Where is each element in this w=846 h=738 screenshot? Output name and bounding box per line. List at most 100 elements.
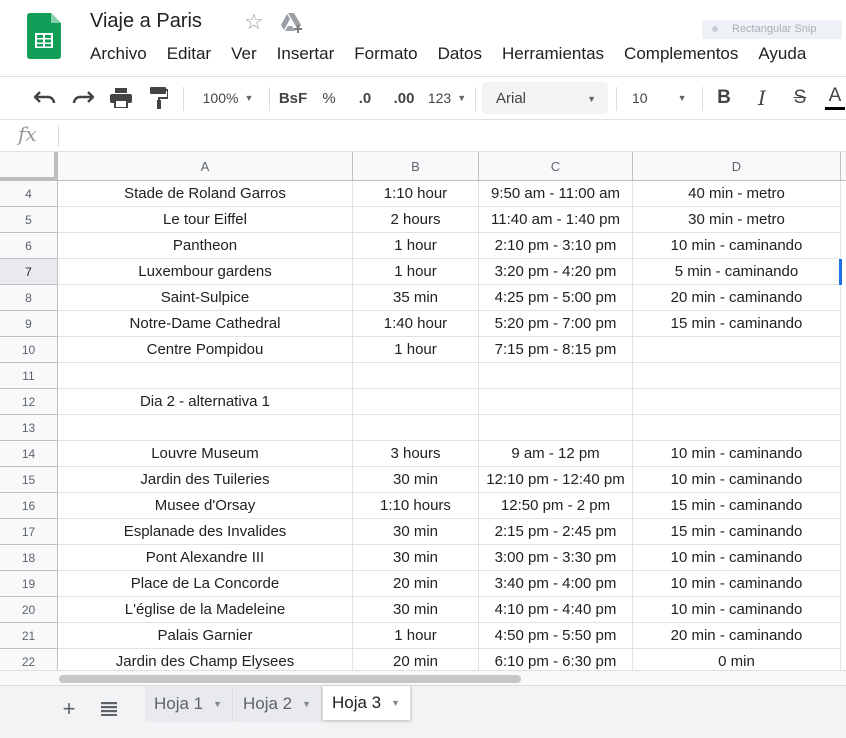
cell-a[interactable]: Pantheon (58, 233, 353, 259)
chevron-down-icon[interactable]: ▼ (302, 699, 311, 709)
row-header[interactable]: 4 (0, 181, 58, 207)
row-header[interactable]: 16 (0, 493, 58, 519)
cell-d[interactable]: 40 min - metro (633, 181, 841, 207)
cell-a[interactable]: L'église de la Madeleine (58, 597, 353, 623)
sheet-tab-hoja-2[interactable]: Hoja 2 ▼ (234, 686, 322, 722)
cell-b[interactable]: 1:40 hour (353, 311, 479, 337)
menu-insertar[interactable]: Insertar (277, 44, 335, 64)
cell-c[interactable]: 2:10 pm - 3:10 pm (479, 233, 633, 259)
row-header[interactable]: 6 (0, 233, 58, 259)
select-all-corner[interactable] (0, 152, 58, 181)
sheet-tab-hoja-1[interactable]: Hoja 1 ▼ (145, 686, 233, 722)
cell-c[interactable]: 11:40 am - 1:40 pm (479, 207, 633, 233)
cell-b[interactable] (353, 415, 479, 441)
cell-d[interactable]: 5 min - caminando (633, 259, 841, 285)
cell-c[interactable]: 4:50 pm - 5:50 pm (479, 623, 633, 649)
percent-format-button[interactable]: % (316, 77, 342, 119)
cell-d[interactable]: 10 min - caminando (633, 597, 841, 623)
cell-d[interactable]: 10 min - caminando (633, 545, 841, 571)
cell-a[interactable]: Pont Alexandre III (58, 545, 353, 571)
snip-overlay[interactable]: Rectangular Snip (702, 20, 842, 39)
cell-a[interactable]: Place de La Concorde (58, 571, 353, 597)
horizontal-scrollbar[interactable] (0, 670, 846, 685)
sheets-logo-icon[interactable] (27, 13, 61, 59)
cell-a[interactable]: Jardin des Champ Elysees (58, 649, 353, 670)
menu-herramientas[interactable]: Herramientas (502, 44, 604, 64)
cell-a[interactable]: Dia 2 - alternativa 1 (58, 389, 353, 415)
cell-b[interactable]: 1:10 hour (353, 181, 479, 207)
cell-b[interactable] (353, 389, 479, 415)
cell-a[interactable]: Palais Garnier (58, 623, 353, 649)
column-header-a[interactable]: A (58, 152, 353, 181)
font-size-select[interactable]: 10 ▼ (624, 77, 696, 119)
cell-d[interactable]: 20 min - caminando (633, 285, 841, 311)
cell-d[interactable]: 0 min (633, 649, 841, 670)
cell-d[interactable] (633, 389, 841, 415)
redo-button[interactable] (68, 77, 98, 119)
bold-button[interactable]: B (710, 77, 738, 119)
cell-b[interactable]: 35 min (353, 285, 479, 311)
cell-b[interactable] (353, 363, 479, 389)
paint-format-button[interactable] (144, 77, 174, 119)
cell-c[interactable] (479, 415, 633, 441)
cell-b[interactable]: 30 min (353, 519, 479, 545)
cell-c[interactable]: 2:15 pm - 2:45 pm (479, 519, 633, 545)
cell-d[interactable]: 10 min - caminando (633, 467, 841, 493)
cell-c[interactable]: 12:10 pm - 12:40 pm (479, 467, 633, 493)
italic-button[interactable]: I (748, 77, 776, 119)
cell-a[interactable]: Luxembour gardens (58, 259, 353, 285)
cell-d[interactable] (633, 415, 841, 441)
cell-b[interactable]: 20 min (353, 571, 479, 597)
menu-datos[interactable]: Datos (438, 44, 482, 64)
row-header[interactable]: 17 (0, 519, 58, 545)
cell-a[interactable]: Jardin des Tuileries (58, 467, 353, 493)
all-sheets-button[interactable] (94, 694, 124, 724)
zoom-select[interactable]: 100% ▼ (192, 77, 264, 119)
cell-d[interactable]: 20 min - caminando (633, 623, 841, 649)
add-sheet-button[interactable]: + (54, 694, 84, 724)
increase-decimal-button[interactable]: .00 (388, 77, 420, 119)
cell-d[interactable]: 10 min - caminando (633, 233, 841, 259)
row-header[interactable]: 19 (0, 571, 58, 597)
column-header-b[interactable]: B (353, 152, 479, 181)
cell-c[interactable] (479, 363, 633, 389)
cell-a[interactable]: Centre Pompidou (58, 337, 353, 363)
decrease-decimal-button[interactable]: .0 (350, 77, 380, 119)
row-header[interactable]: 20 (0, 597, 58, 623)
cell-c[interactable]: 3:00 pm - 3:30 pm (479, 545, 633, 571)
cell-c[interactable]: 9:50 am - 11:00 am (479, 181, 633, 207)
row-header[interactable]: 14 (0, 441, 58, 467)
cell-c[interactable]: 12:50 pm - 2 pm (479, 493, 633, 519)
cell-a[interactable]: Musee d'Orsay (58, 493, 353, 519)
font-family-select[interactable]: Arial ▼ (482, 82, 608, 114)
cell-b[interactable]: 1 hour (353, 337, 479, 363)
menu-ver[interactable]: Ver (231, 44, 257, 64)
cell-a[interactable]: Notre-Dame Cathedral (58, 311, 353, 337)
cell-b[interactable]: 30 min (353, 597, 479, 623)
row-header[interactable]: 15 (0, 467, 58, 493)
row-header[interactable]: 22 (0, 649, 58, 670)
cell-c[interactable]: 9 am - 12 pm (479, 441, 633, 467)
cell-a[interactable]: Esplanade des Invalides (58, 519, 353, 545)
column-header-c[interactable]: C (479, 152, 633, 181)
cell-b[interactable]: 30 min (353, 545, 479, 571)
cell-a[interactable]: Louvre Museum (58, 441, 353, 467)
cell-d[interactable]: 10 min - caminando (633, 571, 841, 597)
chevron-down-icon[interactable]: ▼ (213, 699, 222, 709)
sheet-tab-hoja-3[interactable]: Hoja 3 ▼ (323, 686, 411, 720)
cell-b[interactable]: 1:10 hours (353, 493, 479, 519)
cell-c[interactable]: 3:20 pm - 4:20 pm (479, 259, 633, 285)
text-color-button[interactable]: A (824, 77, 846, 119)
undo-button[interactable] (30, 77, 60, 119)
cell-b[interactable]: 1 hour (353, 259, 479, 285)
move-to-drive-icon[interactable] (280, 12, 304, 34)
cell-c[interactable]: 5:20 pm - 7:00 pm (479, 311, 633, 337)
menu-archivo[interactable]: Archivo (90, 44, 147, 64)
cell-b[interactable]: 2 hours (353, 207, 479, 233)
row-header[interactable]: 12 (0, 389, 58, 415)
cell-c[interactable]: 3:40 pm - 4:00 pm (479, 571, 633, 597)
cell-d[interactable] (633, 337, 841, 363)
cell-a[interactable]: Stade de Roland Garros (58, 181, 353, 207)
cell-d[interactable]: 10 min - caminando (633, 441, 841, 467)
cell-c[interactable]: 7:15 pm - 8:15 pm (479, 337, 633, 363)
